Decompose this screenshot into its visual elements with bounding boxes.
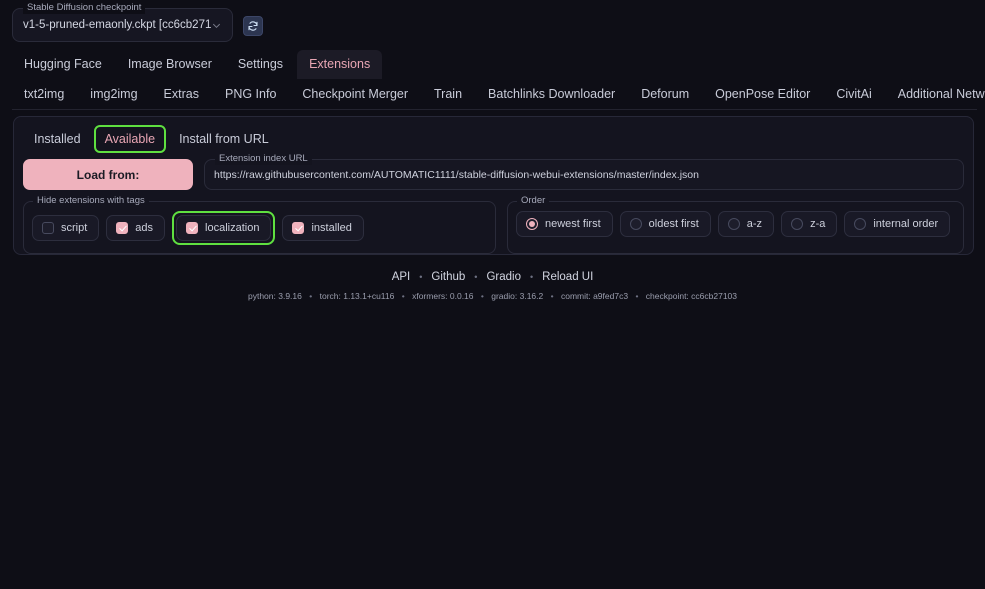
tab-extras[interactable]: Extras — [152, 80, 211, 109]
footer-separator: • — [529, 272, 534, 282]
version-separator: • — [635, 291, 639, 301]
radio-z-a[interactable]: z-a — [781, 211, 838, 237]
footer-link-reload-ui[interactable]: Reload UI — [542, 269, 593, 285]
radio-newest-first-label: newest first — [545, 218, 601, 230]
checkbox-localization-label: localization — [205, 222, 260, 234]
version-checkpoint: checkpoint: cc6cb27103 — [645, 291, 737, 301]
version-commit: commit: a9fed7c3 — [560, 291, 629, 301]
tab-train[interactable]: Train — [422, 80, 474, 109]
radio-a-z-label: a-z — [746, 218, 763, 230]
subtab-installed[interactable]: Installed — [23, 127, 92, 152]
radio-internal-order-box — [854, 218, 867, 230]
checkpoint-value: v1-5-pruned-emaonly.ckpt [cc6cb27103] — [23, 19, 211, 31]
tab-hugging-face[interactable]: Hugging Face — [12, 50, 114, 79]
radio-newest-first-box — [526, 218, 538, 230]
tab-additional-networks[interactable]: Additional Networks — [886, 80, 985, 109]
checkpoint-dropdown[interactable]: Stable Diffusion checkpoint v1-5-pruned-… — [12, 2, 233, 42]
chevron-down-icon — [212, 23, 221, 28]
footer: API • Github • Gradio • Reload UI python… — [0, 269, 985, 302]
version-separator: • — [309, 291, 313, 301]
version-gradio: gradio: 3.16.2 — [491, 291, 544, 301]
version-xformers: xformers: 0.0.16 — [412, 291, 474, 301]
load-row: Load from: Extension index URL https://r… — [23, 153, 964, 190]
tab-img2img[interactable]: img2img — [78, 80, 149, 109]
version-python: python: 3.9.16 — [247, 291, 302, 301]
tab-settings[interactable]: Settings — [226, 50, 295, 79]
radio-z-a-label: z-a — [810, 218, 826, 230]
checkbox-installed-box — [292, 222, 305, 234]
order-radio-list: newest first oldest first a-z z-a intern… — [516, 211, 955, 237]
tab-checkpoint-merger[interactable]: Checkpoint Merger — [290, 80, 420, 109]
tag-checkbox-list: script ads localization installed — [32, 211, 487, 245]
tab-image-browser[interactable]: Image Browser — [116, 50, 224, 79]
checkbox-ads-box — [116, 222, 129, 234]
version-separator: • — [480, 291, 484, 301]
checkbox-script[interactable]: script — [32, 215, 100, 241]
radio-oldest-first-box — [629, 218, 642, 230]
checkbox-localization[interactable]: localization — [176, 215, 272, 241]
topbar: Stable Diffusion checkpoint v1-5-pruned-… — [0, 0, 985, 48]
footer-separator: • — [474, 272, 478, 282]
footer-link-api[interactable]: API — [392, 269, 411, 285]
radio-oldest-first-label: oldest first — [648, 218, 699, 230]
radio-a-z[interactable]: a-z — [717, 211, 775, 237]
checkbox-installed-label: installed — [311, 222, 352, 234]
tab-extensions[interactable]: Extensions — [297, 50, 383, 79]
checkbox-installed[interactable]: installed — [282, 215, 364, 241]
radio-z-a-box — [791, 218, 804, 230]
tab-deforum[interactable]: Deforum — [629, 80, 701, 109]
main-tabs-row-2: txt2img img2img Extras PNG Info Checkpoi… — [0, 80, 985, 109]
footer-links: API • Github • Gradio • Reload UI — [0, 269, 985, 285]
order-group: Order newest first oldest first a-z z-a … — [507, 195, 964, 254]
tab-batchlinks-downloader[interactable]: Batchlinks Downloader — [476, 80, 627, 109]
available-tab-highlight: Available — [93, 125, 167, 153]
load-from-button[interactable]: Load from: — [23, 159, 193, 190]
tab-civitai[interactable]: CivitAi — [824, 80, 883, 109]
version-torch: torch: 1.13.1+cu116 — [319, 291, 395, 301]
version-separator: • — [401, 291, 405, 301]
extensions-panel: Installed Available Install from URL Loa… — [13, 116, 974, 255]
footer-link-github[interactable]: Github — [431, 269, 465, 285]
checkpoint-label: Stable Diffusion checkpoint — [23, 2, 146, 14]
extension-index-url-label: Extension index URL — [215, 153, 312, 165]
tab-png-info[interactable]: PNG Info — [213, 80, 288, 109]
radio-internal-order[interactable]: internal order — [844, 211, 951, 237]
hide-extensions-with-tags-group: Hide extensions with tags script ads loc… — [23, 195, 496, 254]
extensions-subtabs: Installed Available Install from URL — [23, 125, 964, 153]
footer-link-gradio[interactable]: Gradio — [486, 269, 521, 285]
hide-tags-label: Hide extensions with tags — [33, 195, 149, 207]
refresh-glyph — [248, 21, 258, 31]
checkbox-script-box — [42, 222, 54, 234]
footer-separator: • — [419, 272, 423, 282]
radio-oldest-first[interactable]: oldest first — [619, 211, 711, 237]
tab-openpose-editor[interactable]: OpenPose Editor — [703, 80, 822, 109]
radio-internal-order-label: internal order — [873, 218, 939, 230]
subtab-available[interactable]: Available — [105, 132, 156, 146]
main-tabs-row-1: Hugging Face Image Browser Settings Exte… — [0, 50, 985, 79]
tab-txt2img[interactable]: txt2img — [12, 80, 76, 109]
tabs-divider — [12, 109, 977, 110]
webui-root: Stable Diffusion checkpoint v1-5-pruned-… — [0, 0, 985, 589]
radio-a-z-box — [727, 218, 740, 230]
radio-newest-first[interactable]: newest first — [516, 211, 613, 237]
checkbox-ads-label: ads — [135, 222, 154, 234]
subtab-install-from-url[interactable]: Install from URL — [168, 127, 280, 152]
extension-index-url-value: https://raw.githubusercontent.com/AUTOMA… — [214, 168, 699, 181]
checkbox-localization-box — [186, 222, 199, 234]
extension-index-url-input[interactable]: Extension index URL https://raw.githubus… — [204, 153, 964, 190]
localization-highlight: localization — [172, 211, 276, 245]
refresh-icon[interactable] — [243, 16, 263, 36]
checkbox-ads[interactable]: ads — [106, 215, 166, 241]
footer-versions: python: 3.9.16 • torch: 1.13.1+cu116 • x… — [0, 290, 985, 302]
checkbox-script-label: script — [61, 222, 88, 234]
options-row: Hide extensions with tags script ads loc… — [23, 195, 964, 254]
order-label: Order — [517, 195, 550, 207]
version-separator: • — [550, 291, 554, 301]
